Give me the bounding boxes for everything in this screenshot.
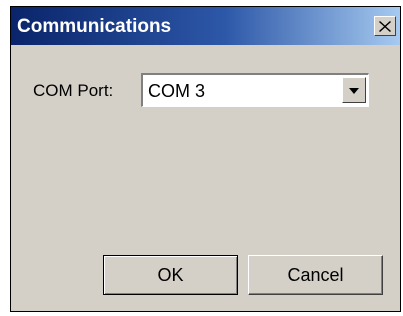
chevron-down-icon	[349, 81, 359, 99]
dropdown-button[interactable]	[342, 77, 366, 103]
com-port-selected-value: COM 3	[148, 81, 206, 101]
communications-dialog: Communications COM Port: COM 3 OK Cancel	[10, 6, 401, 312]
close-button[interactable]	[374, 16, 396, 36]
title-bar[interactable]: Communications	[11, 7, 400, 45]
com-port-label: COM Port:	[33, 81, 114, 100]
cancel-button[interactable]: Cancel	[248, 255, 383, 295]
close-icon	[379, 20, 391, 32]
ok-button[interactable]: OK	[103, 255, 238, 295]
window-title: Communications	[17, 16, 172, 37]
com-port-select[interactable]: COM 3	[141, 73, 369, 107]
